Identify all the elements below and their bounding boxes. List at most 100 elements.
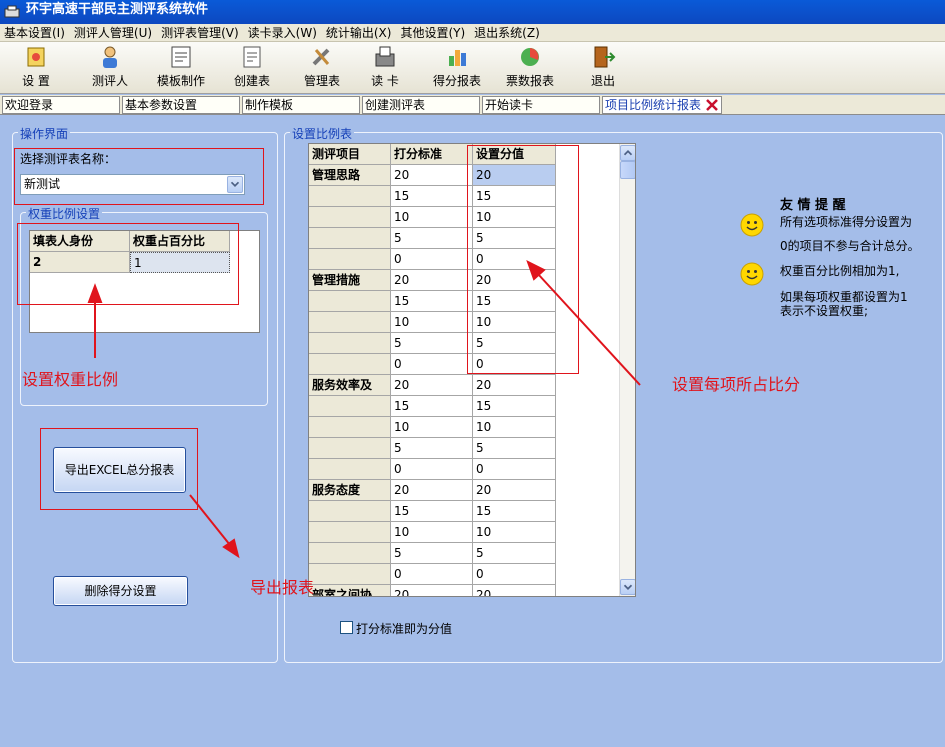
annotation-box-score [467, 145, 579, 374]
item-cell [309, 207, 391, 228]
settings-icon [27, 47, 45, 67]
annotation-export-text: 导出报表 [250, 578, 315, 597]
item-cell [309, 249, 391, 270]
score-report-icon [449, 50, 466, 66]
standard-cell: 15 [391, 396, 473, 417]
score-input[interactable]: 0 [473, 459, 556, 480]
item-cell [309, 543, 391, 564]
item-cell [309, 459, 391, 480]
standard-cell: 20 [391, 375, 473, 396]
item-cell [309, 522, 391, 543]
delete-score-settings-button[interactable]: 删除得分设置 [53, 576, 188, 606]
close-icon[interactable] [705, 98, 719, 112]
item-cell [309, 438, 391, 459]
toolbar-create-form-button[interactable]: 创建表 [234, 44, 270, 89]
annotation-score-text: 设置每项所占比分 [672, 375, 801, 394]
tab-start-reading[interactable]: 开始读卡 [482, 96, 600, 114]
score-input[interactable]: 15 [473, 396, 556, 417]
annotation-box-select [14, 148, 264, 205]
header-scoring-standard: 打分标准 [391, 144, 473, 165]
score-equals-standard-checkbox[interactable] [340, 621, 353, 634]
app-icon [4, 5, 20, 18]
standard-cell: 20 [391, 165, 473, 186]
standard-cell: 15 [391, 501, 473, 522]
scroll-down-icon[interactable] [620, 579, 636, 595]
tab-welcome[interactable]: 欢迎登录 [2, 96, 120, 114]
menu-form-management[interactable]: 测评表管理(V) [157, 24, 244, 41]
annotation-weight-text: 设置权重比例 [22, 370, 119, 389]
item-cell [309, 354, 391, 375]
tips-title: 友 情 提 醒 [780, 198, 846, 213]
item-cell: 服务效率及 [309, 375, 391, 396]
score-input[interactable]: 20 [473, 375, 556, 396]
table-scrollbar[interactable] [619, 144, 636, 596]
tab-create-form[interactable]: 创建测评表 [362, 96, 480, 114]
toolbar-read-card-button[interactable]: 读 卡 [371, 44, 399, 89]
tab-make-template[interactable]: 制作模板 [242, 96, 360, 114]
menu-stats-output[interactable]: 统计输出(X) [322, 24, 397, 41]
tip-line-3: 权重百分比例相加为1, [780, 264, 900, 278]
item-cell: 管理思路 [309, 165, 391, 186]
toolbar-score-report-button[interactable]: 得分报表 [433, 44, 481, 89]
tip-line-1: 所有选项标准得分设置为 [780, 215, 913, 229]
smiley-icon [740, 262, 764, 286]
item-cell [309, 501, 391, 522]
score-input[interactable]: 5 [473, 438, 556, 459]
toolbar-vote-report-button[interactable]: 票数报表 [506, 44, 554, 89]
smiley-icon [740, 213, 764, 237]
toolbar-exit-button[interactable]: 退出 [589, 44, 617, 89]
standard-cell: 10 [391, 417, 473, 438]
standard-cell: 0 [391, 249, 473, 270]
item-cell [309, 228, 391, 249]
standard-cell: 0 [391, 564, 473, 585]
item-cell [309, 186, 391, 207]
tab-basic-parameters[interactable]: 基本参数设置 [122, 96, 240, 114]
toolbar-evaluator-button[interactable]: 测评人 [92, 44, 128, 89]
score-input[interactable]: 20 [473, 585, 556, 596]
header-evaluation-item: 测评项目 [309, 144, 391, 165]
tab-proportion-report[interactable]: 项目比例统计报表 [602, 96, 722, 114]
menu-exit-system[interactable]: 退出系统(Z) [470, 24, 545, 41]
score-equals-standard-label: 打分标准即为分值 [356, 622, 453, 636]
menu-basic-settings[interactable]: 基本设置(I) [0, 24, 70, 41]
standard-cell: 5 [391, 543, 473, 564]
score-input[interactable]: 5 [473, 543, 556, 564]
item-cell: 部室之间协 [309, 585, 391, 596]
score-input[interactable]: 10 [473, 522, 556, 543]
item-cell [309, 333, 391, 354]
window-title: 环宇高速干部民主测评系统软件 [26, 1, 209, 17]
card-reader-icon [375, 46, 395, 67]
menu-other-settings[interactable]: 其他设置(Y) [396, 24, 470, 41]
item-cell: 管理措施 [309, 270, 391, 291]
vote-report-icon [521, 48, 539, 66]
proportion-panel-title: 设置比例表 [290, 125, 355, 142]
standard-cell: 20 [391, 480, 473, 501]
standard-cell: 5 [391, 438, 473, 459]
toolbar-settings-button[interactable]: 设 置 [22, 44, 50, 89]
tip-line-5: 表示不设置权重; [780, 304, 869, 318]
exit-icon [594, 46, 616, 68]
weight-settings-title: 权重比例设置 [26, 205, 103, 222]
standard-cell: 10 [391, 207, 473, 228]
toolbar-manage-form-button[interactable]: 管理表 [304, 44, 340, 89]
person-icon [103, 46, 117, 68]
menu-evaluator-management[interactable]: 测评人管理(U) [70, 24, 157, 41]
toolbar-template-button[interactable]: 模板制作 [157, 44, 205, 89]
score-input[interactable]: 0 [473, 564, 556, 585]
item-cell [309, 564, 391, 585]
score-input[interactable]: 20 [473, 480, 556, 501]
standard-cell: 0 [391, 459, 473, 480]
scroll-thumb[interactable] [620, 161, 635, 179]
scroll-up-icon[interactable] [620, 145, 636, 161]
score-input[interactable]: 10 [473, 417, 556, 438]
document-tabs: 欢迎登录 基本参数设置 制作模板 创建测评表 开始读卡 项目比例统计报表 [0, 95, 945, 115]
tab-proportion-report-label: 项目比例统计报表 [605, 98, 702, 112]
item-cell [309, 417, 391, 438]
score-input[interactable]: 15 [473, 501, 556, 522]
menu-card-input[interactable]: 读卡录入(W) [244, 24, 322, 41]
tools-icon [312, 48, 330, 66]
title-bar: 环宇高速干部民主测评系统软件 [0, 0, 945, 24]
annotation-box-weight [17, 223, 239, 305]
standard-cell: 20 [391, 270, 473, 291]
annotation-box-export [40, 428, 198, 510]
